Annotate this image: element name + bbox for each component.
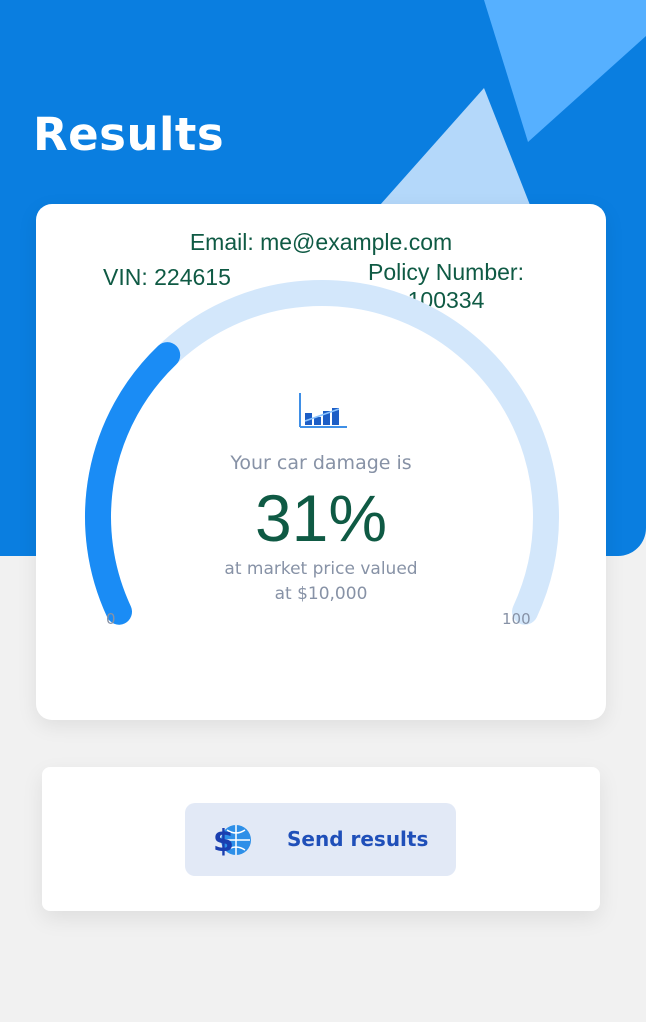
caption-line-1: at market price valued bbox=[224, 559, 418, 579]
bar-chart-icon bbox=[299, 393, 347, 428]
send-results-label: Send results bbox=[287, 827, 429, 851]
send-results-button[interactable]: $ Send results bbox=[185, 803, 456, 876]
globe-dollar-icon: $ bbox=[213, 824, 251, 858]
hero-shape-middle bbox=[380, 88, 530, 205]
svg-text:$: $ bbox=[213, 824, 234, 858]
results-card: Email: me@example.com VIN: 224615 Policy… bbox=[36, 204, 606, 720]
page-title: Results bbox=[33, 108, 225, 161]
hero-shape-top bbox=[484, 0, 646, 142]
gauge-max-label: 100 bbox=[502, 610, 531, 628]
damage-label: Your car damage is bbox=[230, 452, 412, 474]
caption-line-2: at $10,000 bbox=[274, 584, 368, 604]
send-card: $ Send results bbox=[42, 767, 600, 911]
damage-caption: at market price valued at $10,000 bbox=[36, 557, 606, 607]
gauge-min-label: 0 bbox=[106, 610, 116, 628]
damage-percentage: 31% bbox=[254, 481, 388, 555]
